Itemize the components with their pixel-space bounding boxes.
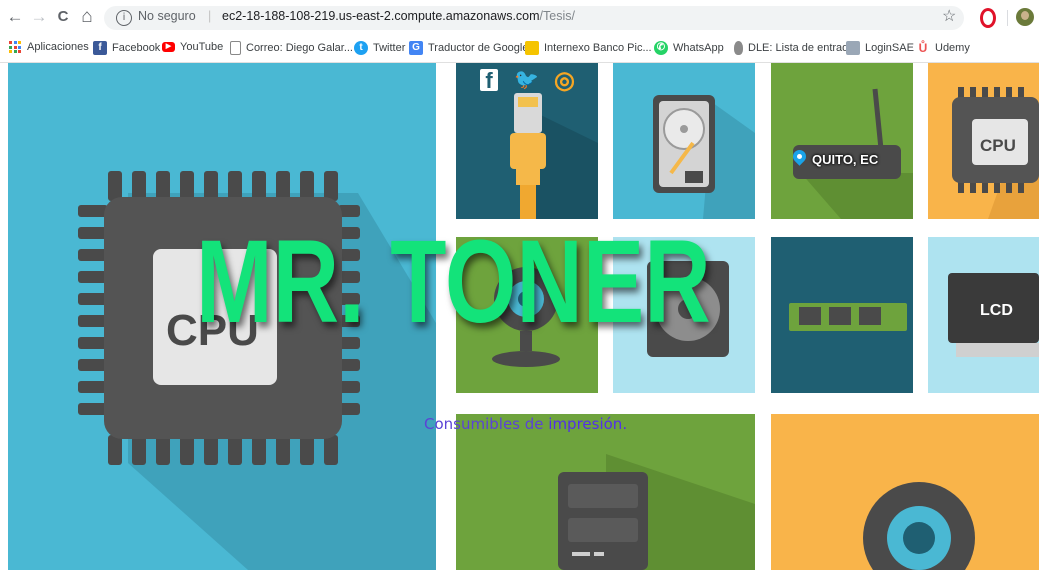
- instagram-icon[interactable]: ◎: [554, 66, 575, 95]
- opera-extension-icon[interactable]: [980, 8, 996, 28]
- forward-button[interactable]: →: [28, 6, 50, 28]
- youtube-icon: ▶: [162, 42, 175, 52]
- translate-icon: G: [409, 41, 423, 55]
- profile-avatar[interactable]: [1016, 8, 1034, 26]
- bookmark-udemy[interactable]: Ů Udemy: [916, 41, 970, 55]
- browser-toolbar: ← → C ⌂ i No seguro | ec2-18-188-108-219…: [0, 0, 1039, 36]
- cpu-tile-label: CPU: [980, 136, 1016, 155]
- tile-cpu: CPU: [928, 63, 1039, 219]
- bank-icon: [525, 41, 539, 55]
- bookmark-label: Facebook: [112, 42, 161, 54]
- twitter-icon: t: [354, 41, 368, 55]
- location-text: QUITO, EC: [812, 152, 879, 167]
- site-subtitle: Consumibles de impresión.: [424, 415, 627, 433]
- tile-ethernet: f 🐦 ◎: [456, 63, 598, 219]
- bookmark-label: Twitter: [373, 42, 406, 54]
- info-icon[interactable]: i: [116, 10, 132, 26]
- bookmark-facebook[interactable]: f Facebook: [93, 41, 160, 55]
- twitter-icon[interactable]: 🐦: [514, 67, 539, 92]
- bookmark-internexo[interactable]: Internexo Banco Pic...: [525, 41, 652, 55]
- bookmark-label: Traductor de Google: [428, 42, 529, 54]
- tile-lens: [771, 414, 1039, 570]
- address-bar[interactable]: i No seguro | ec2-18-188-108-219.us-east…: [104, 6, 964, 30]
- bookmark-label: WhatsApp: [673, 42, 724, 54]
- back-button[interactable]: ←: [4, 6, 26, 28]
- lcd-monitor-icon: LCD: [948, 273, 1039, 357]
- bookmark-whatsapp[interactable]: ✆ WhatsApp: [654, 41, 724, 55]
- bookmark-dle[interactable]: DLE: Lista de entrad...: [734, 41, 857, 55]
- tile-ram: [771, 237, 913, 393]
- bookmark-label: YouTube: [180, 41, 224, 53]
- facebook-icon[interactable]: f: [480, 69, 498, 93]
- tile-lcd: LCD: [928, 237, 1039, 393]
- dle-icon: [734, 41, 743, 55]
- hard-drive-icon: [653, 95, 755, 219]
- login-icon: [846, 41, 860, 55]
- tile-server: [456, 414, 755, 570]
- apps-icon: [9, 41, 21, 53]
- tile-router: [771, 63, 913, 219]
- subtitle-highlight: impresión.: [548, 415, 628, 433]
- tile-hard-drive: [613, 63, 755, 219]
- udemy-icon: Ů: [918, 41, 928, 55]
- url-separator: |: [208, 9, 212, 23]
- bookmark-label: Udemy: [935, 42, 970, 54]
- ram-module-icon: [789, 303, 907, 331]
- bookmark-translate[interactable]: G Traductor de Google: [409, 41, 528, 55]
- bookmarks-bar: Aplicaciones f Facebook ▶ YouTube Correo…: [0, 36, 1039, 63]
- bookmark-label: Internexo Banco Pic...: [544, 42, 652, 54]
- cpu-icon: CPU: [952, 87, 1039, 219]
- bookmark-label: Aplicaciones: [27, 41, 89, 53]
- security-label[interactable]: No seguro: [138, 9, 196, 23]
- camera-lens-icon: [863, 482, 975, 570]
- bookmark-twitter[interactable]: t Twitter: [354, 41, 405, 55]
- site-title: MR. TONER: [196, 216, 711, 348]
- whatsapp-icon: ✆: [654, 41, 668, 55]
- toolbar-divider: [1007, 10, 1008, 26]
- bookmark-youtube[interactable]: ▶ YouTube: [162, 41, 223, 53]
- page-content: CPU f 🐦 ◎ QUITO, EC CPU LCD MR. TONER Co…: [0, 63, 1039, 570]
- bookmark-label: DLE: Lista de entrad...: [748, 42, 858, 54]
- server-icon: [558, 454, 755, 570]
- bookmark-apps[interactable]: Aplicaciones: [9, 41, 89, 53]
- location-label: QUITO, EC: [790, 147, 879, 167]
- router-icon: [793, 88, 913, 219]
- lcd-label: LCD: [980, 302, 1013, 319]
- bookmark-correo[interactable]: Correo: Diego Galar...: [230, 41, 353, 55]
- bookmark-star-icon[interactable]: ☆: [942, 6, 956, 26]
- url-host: ec2-18-188-108-219.us-east-2.compute.ama…: [222, 9, 540, 23]
- facebook-icon: f: [93, 41, 107, 55]
- home-button[interactable]: ⌂: [76, 6, 98, 28]
- url-path: /Tesis/: [539, 9, 575, 23]
- bookmark-loginsae[interactable]: LoginSAE: [846, 41, 914, 55]
- subtitle-start: Consumibles de: [424, 415, 549, 433]
- bookmark-label: Correo: Diego Galar...: [246, 42, 353, 54]
- reload-button[interactable]: C: [52, 6, 74, 28]
- page-icon: [230, 41, 241, 55]
- url-text[interactable]: ec2-18-188-108-219.us-east-2.compute.ama…: [222, 9, 575, 23]
- bookmark-label: LoginSAE: [865, 42, 914, 54]
